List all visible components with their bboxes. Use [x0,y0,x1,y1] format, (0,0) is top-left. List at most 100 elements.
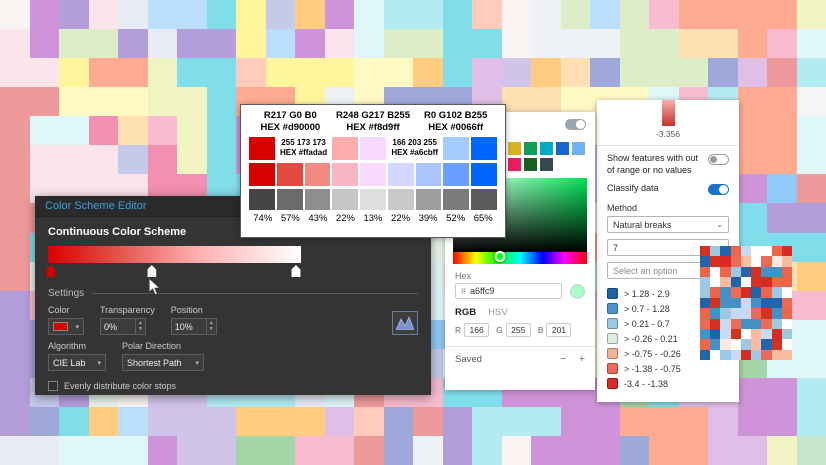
color-swatch [471,163,497,186]
saved-color-swatch[interactable] [508,142,521,155]
mosaic-cell [30,87,60,116]
saved-swatch-grid [492,142,595,171]
transparency-spinner[interactable]: 0% ▲▼ [100,318,146,335]
spin-down-icon[interactable]: ▼ [138,327,143,332]
raster-cell [741,339,751,349]
mosaic-cell [767,203,797,232]
stop-color-dropdown[interactable]: ▾ [48,318,84,335]
mosaic-cell [0,0,30,29]
mosaic-cell [325,0,355,29]
evenly-distribute-label: Evenly distribute color stops [64,381,176,391]
contrast-percentage: 74% [249,213,277,224]
saved-color-swatch[interactable] [572,142,585,155]
spin-down-icon[interactable]: ▼ [209,327,214,332]
mosaic-cell [531,58,561,87]
tab-rgb[interactable]: RGB [455,307,476,318]
raster-cell [761,329,771,339]
class-row[interactable]: -3.4 - -1.38 [607,376,729,391]
raster-cell [731,319,741,329]
saved-color-swatch[interactable] [524,158,537,171]
hue-slider-thumb[interactable] [494,251,505,262]
saved-color-swatch[interactable] [556,142,569,155]
saved-color-swatch[interactable] [524,142,537,155]
channel-g-input[interactable]: 255 [506,323,531,337]
color-swatch [249,137,275,160]
option-placeholder: Select an option [613,266,678,276]
out-of-range-toggle[interactable] [708,154,729,165]
color-stop-track[interactable] [48,265,301,278]
raster-cell [700,339,710,349]
hex-input[interactable]: # a6ffc9 [455,283,562,299]
saved-color-swatch[interactable] [540,158,553,171]
saved-color-swatch[interactable] [508,158,521,171]
class-range-label: > -0.75 - -0.26 [624,349,681,359]
mosaic-cell [148,58,178,87]
channel-b-input[interactable]: 201 [546,323,571,337]
color-scheme-gradient-bar[interactable] [48,246,301,263]
color-stop-handle[interactable] [46,265,55,277]
mosaic-cell [118,29,148,58]
evenly-distribute-checkbox[interactable] [48,381,58,391]
mosaic-cell [0,291,30,320]
color-stop-handle[interactable] [147,265,156,277]
mosaic-cell [384,436,414,465]
mosaic-cell [0,29,30,58]
class-row[interactable]: > -1.38 - -0.75 [607,361,729,376]
mosaic-cell [797,87,826,116]
mosaic-cell [620,29,650,58]
raster-cell [741,308,751,318]
mosaic-cell [354,0,384,29]
spinner-arrows[interactable]: ▲▼ [206,319,216,334]
raster-cell [710,287,720,297]
header-hex: HEX #f8d9ff [332,122,415,134]
mosaic-cell [89,87,119,116]
raster-cell [761,277,771,287]
channel-r-input[interactable]: 166 [464,323,489,337]
raster-cell [710,246,720,256]
contrast-percentage: 22% [387,213,415,224]
mosaic-cell [472,29,502,58]
raster-cell [782,267,792,277]
remove-saved-button[interactable]: − [560,353,566,365]
contrast-percentage: 22% [332,213,360,224]
picker-panel-toggle[interactable] [565,119,586,130]
raster-cell [710,277,720,287]
mosaic-cell [89,407,119,436]
algorithm-dropdown[interactable]: CIE Lab ▾ [48,354,106,371]
mosaic-cell [561,407,591,436]
histogram-button[interactable] [392,311,418,335]
position-spinner[interactable]: 10% ▲▼ [171,318,217,335]
add-saved-button[interactable]: + [579,353,585,365]
contrast-percentage: 43% [304,213,332,224]
raster-cell [761,339,771,349]
classify-data-toggle[interactable] [708,184,729,195]
algorithm-value: CIE Lab [53,358,86,368]
gray-swatch [471,189,497,210]
mosaic-cell [620,0,650,29]
saved-color-swatch[interactable] [540,142,553,155]
toggle-knob [710,156,717,163]
spinner-arrows[interactable]: ▲▼ [135,319,145,334]
raster-cell [720,339,730,349]
contrast-percentage: 13% [359,213,387,224]
mosaic-cell [767,407,797,436]
mosaic-cell [797,233,826,262]
mosaic-cell [89,58,119,87]
color-swatch [360,137,386,160]
raster-cell [782,308,792,318]
histogram-range-slider[interactable]: -3.356 [597,100,739,139]
hue-slider[interactable] [453,252,587,264]
algorithm-label: Algorithm [48,341,106,351]
contrast-percentage: 39% [414,213,442,224]
method-select[interactable]: Natural breaks ⌄ [607,216,729,233]
tab-hsv[interactable]: HSV [488,307,508,318]
mosaic-cell [472,436,502,465]
color-stop-handle[interactable] [291,265,300,277]
color-swatch [305,163,331,186]
raster-cell [741,277,751,287]
mosaic-cell [797,174,826,203]
mosaic-cell [679,58,709,87]
mosaic-cell [649,407,679,436]
polar-direction-dropdown[interactable]: Shortest Path ▾ [122,354,204,371]
mosaic-cell [148,29,178,58]
